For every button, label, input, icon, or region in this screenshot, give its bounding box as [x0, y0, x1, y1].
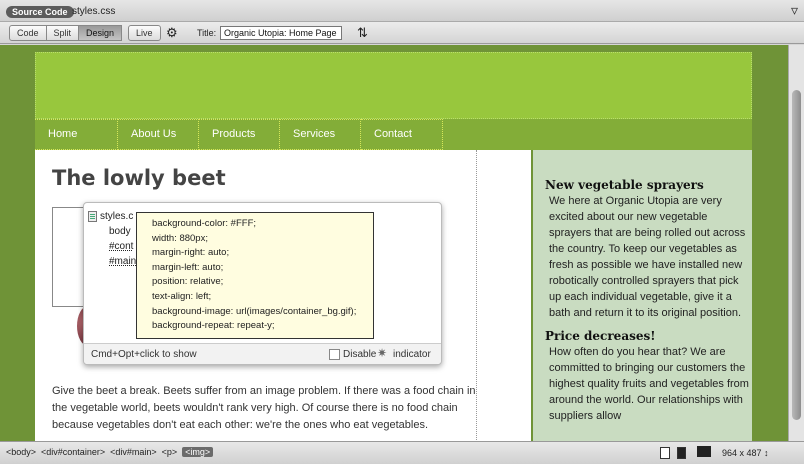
tag-div-main[interactable]: <div#main>	[110, 447, 157, 457]
disable-label: Disable	[343, 349, 377, 360]
css-property: position: relative;	[152, 276, 224, 288]
page-heading: The lowly beet	[52, 166, 226, 190]
css-rule-tooltip: background-color: #FFF; width: 880px; ma…	[136, 212, 374, 339]
page-header	[35, 52, 752, 119]
styles-css-tab[interactable]: styles.css	[72, 6, 115, 17]
css-property: width: 880px;	[152, 232, 208, 244]
tablet-size-icon[interactable]	[677, 447, 686, 459]
css-property: margin-right: auto;	[152, 247, 230, 259]
tag-img[interactable]: <img>	[182, 447, 214, 457]
css-property: background-image: url(images/container_b…	[152, 305, 357, 317]
css-file-name: styles.c	[100, 211, 134, 222]
popup-footer: Cmd+Opt+click to show Disable ✷ indicato…	[84, 343, 441, 364]
css-property: background-color: #FFF;	[152, 218, 257, 229]
tag-body[interactable]: <body>	[6, 447, 36, 457]
css-property: margin-left: auto;	[152, 261, 224, 273]
nav-bar: Home About Us Products Services Contact	[35, 119, 752, 150]
rule-body[interactable]: body	[88, 224, 136, 239]
view-buttons: Code Split Design Live	[9, 25, 161, 41]
nav-item-products[interactable]: Products	[199, 119, 280, 150]
sidebar-heading-price: Price decreases!	[545, 329, 656, 343]
code-view-button[interactable]: Code	[9, 25, 47, 41]
code-navigator-popup: styles.c body #cont #main background-col…	[83, 202, 442, 365]
design-view-button[interactable]: Design	[79, 25, 123, 41]
desktop-size-icon[interactable]	[697, 446, 711, 457]
css-file-row[interactable]: styles.c	[88, 209, 136, 224]
rule-main[interactable]: #main	[88, 254, 136, 269]
tag-selector: <body> <div#container> <div#main> <p> <i…	[6, 447, 214, 457]
shortcut-hint: Cmd+Opt+click to show	[91, 349, 197, 360]
nav-item-about-us[interactable]: About Us	[118, 119, 199, 150]
vertical-scrollbar[interactable]	[788, 45, 804, 441]
live-view-button[interactable]: Live	[128, 25, 161, 41]
css-property: text-align: left;	[152, 290, 212, 302]
source-code-tab[interactable]: Source Code	[6, 6, 74, 18]
sidebar[interactable]: New vegetable sprayers We here at Organi…	[531, 150, 752, 441]
tag-div-container[interactable]: <div#container>	[41, 447, 105, 457]
css-rule-tree: styles.c body #cont #main	[88, 209, 136, 269]
css-property: background-repeat: repeat-y;	[152, 320, 275, 332]
disable-checkbox[interactable]	[329, 349, 340, 360]
tag-p[interactable]: <p>	[162, 447, 178, 457]
sidebar-heading-sprayers: New vegetable sprayers	[545, 178, 704, 192]
inspect-icon[interactable]: ⚙	[166, 25, 184, 41]
split-view-button[interactable]: Split	[46, 25, 80, 41]
nav-item-home[interactable]: Home	[35, 119, 118, 150]
indicator-label: indicator	[393, 349, 431, 360]
rule-container[interactable]: #cont	[88, 239, 136, 254]
nav-item-contact[interactable]: Contact	[361, 119, 443, 150]
document-toolbar: Code Split Design Live ⚙ Title: ⇅	[0, 22, 804, 44]
indicator-gear-icon: ✷	[377, 346, 388, 360]
body-paragraph: Give the beet a break. Beets suffer from…	[52, 385, 476, 431]
related-files-bar: Source Code styles.css ▿	[0, 0, 804, 22]
nav-item-services[interactable]: Services	[280, 119, 361, 150]
title-label: Title:	[197, 28, 217, 38]
mobile-size-icon[interactable]	[660, 447, 670, 459]
column-guide	[476, 150, 477, 441]
page-title-input[interactable]	[220, 26, 342, 40]
filter-icon[interactable]: ▿	[791, 3, 798, 17]
file-transfer-icon[interactable]: ⇅	[357, 25, 368, 41]
sidebar-paragraph-price: How often do you hear that? We are commi…	[549, 346, 749, 422]
css-file-icon	[88, 211, 97, 222]
sidebar-paragraph-sprayers: We here at Organic Utopia are very excit…	[549, 195, 746, 319]
status-bar: <body> <div#container> <div#main> <p> <i…	[0, 441, 804, 464]
scrollbar-thumb[interactable]	[792, 90, 801, 420]
window-size-selector[interactable]: 964 x 487 ↕	[722, 448, 769, 458]
